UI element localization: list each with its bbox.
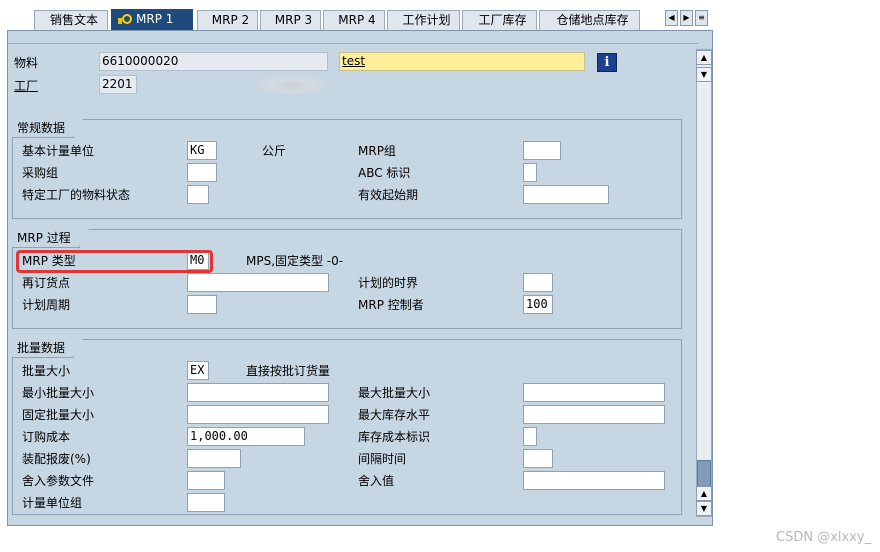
max-stock-level-field[interactable]	[523, 405, 665, 424]
tab-mrp3[interactable]: MRP 3	[260, 10, 321, 30]
mrp-procedure-group: MRP 过程	[12, 229, 682, 329]
plant-material-status-field[interactable]	[187, 185, 209, 204]
scroll-bottom-down-icon[interactable]: ▼	[696, 501, 712, 516]
reorder-point-label: 再订货点	[22, 276, 71, 290]
mrp-procedure-title: MRP 过程	[12, 229, 89, 248]
assembly-scrap-field[interactable]	[187, 449, 241, 468]
lot-size-label: 批量大小	[22, 364, 71, 378]
tab-mrp1[interactable]: MRP 1	[111, 9, 193, 31]
fixed-lot-size-field[interactable]	[187, 405, 329, 424]
general-data-title: 常规数据	[12, 119, 84, 138]
rounding-value-field[interactable]	[523, 471, 665, 490]
valid-from-label: 有效起始期	[358, 188, 419, 202]
tab-mrp1-label: MRP 1	[136, 12, 174, 26]
rounding-profile-field[interactable]	[187, 471, 225, 490]
rounding-value-label: 舍入值	[358, 474, 395, 488]
mrp-type-text: MPS,固定类型 -0-	[246, 254, 344, 268]
rounding-profile-label: 舍入参数文件	[22, 474, 95, 488]
plant-label: 工厂	[14, 79, 39, 93]
max-lot-size-label: 最大批量大小	[358, 386, 431, 400]
info-icon[interactable]: i	[597, 53, 617, 72]
uom-group-field[interactable]	[187, 493, 225, 512]
scroll-up-icon[interactable]: ▲	[696, 50, 712, 65]
planning-time-fence-field[interactable]	[523, 273, 553, 292]
tab-status-icon	[118, 12, 132, 24]
mrp-controller-field[interactable]: 100	[523, 295, 553, 314]
material-number-field[interactable]: 6610000020	[99, 52, 328, 71]
uom-group-label: 计量单位组	[22, 496, 83, 510]
lot-size-title: 批量数据	[12, 339, 84, 358]
plant-material-status-label: 特定工厂的物料状态	[22, 188, 131, 202]
takt-time-label: 间隔时间	[358, 452, 407, 466]
material-description-field[interactable]: test	[339, 52, 585, 71]
max-stock-level-label: 最大库存水平	[358, 408, 431, 422]
vertical-scrollbar[interactable]: ▲ ▼ ▲ ▼	[696, 49, 712, 517]
tab-scroll-right-icon[interactable]: ▶	[680, 10, 693, 26]
reorder-point-field[interactable]	[187, 273, 329, 292]
lot-size-field[interactable]: EX	[187, 361, 209, 380]
assembly-scrap-label: 装配报废(%)	[22, 452, 91, 466]
mrp-controller-label: MRP 控制者	[358, 298, 424, 312]
tab-mrp2[interactable]: MRP 2	[197, 10, 258, 30]
tab-storage-stock[interactable]: 仓储地点库存	[539, 10, 640, 30]
ordering-cost-label: 订购成本	[22, 430, 71, 444]
mrp-group-label: MRP组	[358, 144, 396, 158]
base-uom-label: 基本计量单位	[22, 144, 95, 158]
material-label: 物料	[14, 56, 39, 70]
tab-mrp4[interactable]: MRP 4	[323, 10, 385, 30]
base-uom-field[interactable]: KG	[187, 141, 217, 160]
scroll-down-icon[interactable]: ▼	[696, 67, 712, 82]
lot-size-text: 直接按批订货量	[246, 364, 331, 378]
mrp-group-field[interactable]	[523, 141, 561, 160]
highlight-box	[16, 250, 213, 273]
watermark: CSDN @xlxxy_	[776, 530, 872, 545]
tab-work-plan[interactable]: 工作计划	[387, 10, 460, 30]
planning-cycle-label: 计划周期	[22, 298, 71, 312]
tab-sales-text[interactable]: 销售文本	[34, 10, 108, 30]
min-lot-size-field[interactable]	[187, 383, 329, 402]
storage-cost-indicator-label: 库存成本标识	[358, 430, 431, 444]
ordering-cost-field[interactable]: 1,000.00	[187, 427, 305, 446]
min-lot-size-label: 最小批量大小	[22, 386, 95, 400]
max-lot-size-field[interactable]	[523, 383, 665, 402]
scroll-bottom-up-icon[interactable]: ▲	[696, 486, 712, 501]
tab-bar: 销售文本 MRP 1 MRP 2 MRP 3 MRP 4 工作计划 工厂库存 仓…	[0, 0, 714, 31]
abc-indicator-label: ABC 标识	[358, 166, 411, 180]
takt-time-field[interactable]	[523, 449, 553, 468]
purchasing-group-field[interactable]	[187, 163, 217, 182]
tab-list-icon[interactable]: ≡	[695, 10, 708, 26]
planning-time-fence-label: 计划的时界	[358, 276, 419, 290]
base-uom-text: 公斤	[262, 144, 287, 158]
storage-cost-indicator-field[interactable]	[523, 427, 537, 446]
valid-from-field[interactable]	[523, 185, 609, 204]
tab-scroll-left-icon[interactable]: ◀	[665, 10, 678, 26]
general-data-group: 常规数据	[12, 119, 682, 219]
plant-field[interactable]: 2201	[99, 75, 137, 94]
purchasing-group-label: 采购组	[22, 166, 59, 180]
planning-cycle-field[interactable]	[187, 295, 217, 314]
abc-indicator-field[interactable]	[523, 163, 537, 182]
fixed-lot-size-label: 固定批量大小	[22, 408, 95, 422]
tab-plant-stock[interactable]: 工厂库存	[462, 10, 537, 30]
divider	[8, 43, 698, 44]
blurred-plant-description	[255, 75, 330, 95]
